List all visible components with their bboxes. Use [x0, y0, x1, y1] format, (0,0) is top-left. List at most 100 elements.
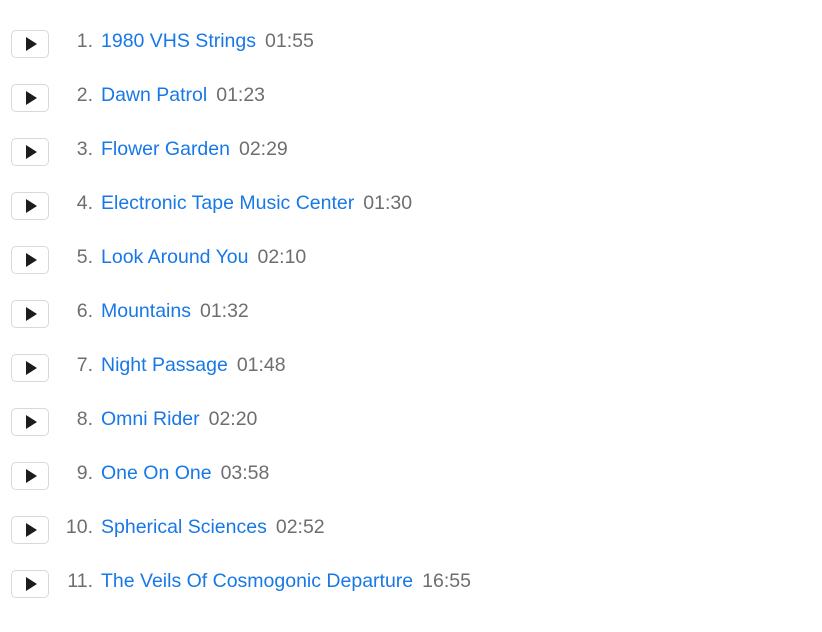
track-index: 3.: [76, 138, 93, 160]
track-text-cell: 3. Flower Garden 02:29: [60, 130, 530, 163]
track-title-link[interactable]: Night Passage: [101, 354, 228, 376]
play-button[interactable]: [11, 408, 49, 436]
track-row: 10. Spherical Sciences 02:52: [0, 508, 822, 562]
track-duration: 01:32: [199, 300, 249, 322]
track-duration: 03:58: [220, 462, 270, 484]
track-title-link[interactable]: Electronic Tape Music Center: [101, 192, 354, 214]
play-button-cell: [0, 130, 60, 166]
track-title-link[interactable]: The Veils Of Cosmogonic Departure: [101, 570, 413, 592]
track-index: 1.: [76, 30, 93, 52]
track-title-link[interactable]: Look Around You: [101, 246, 248, 268]
track-row: 8. Omni Rider 02:20: [0, 400, 822, 454]
play-triangle-icon: [25, 415, 37, 429]
track-text-cell: 7. Night Passage 01:48: [60, 346, 530, 379]
track-title-link[interactable]: Mountains: [101, 300, 191, 322]
play-button-cell: [0, 292, 60, 328]
track-text-cell: 9. One On One 03:58: [60, 454, 530, 487]
track-text-cell: 1. 1980 VHS Strings 01:55: [60, 22, 530, 55]
play-button-cell: [0, 346, 60, 382]
track-text-cell: 4. Electronic Tape Music Center 01:30: [60, 184, 530, 217]
track-line: 1. 1980 VHS Strings 01:55: [60, 27, 530, 55]
track-line: 5. Look Around You 02:10: [60, 243, 530, 271]
play-button-cell: [0, 22, 60, 58]
play-button[interactable]: [11, 30, 49, 58]
track-index: 10.: [65, 516, 93, 538]
track-row: 5. Look Around You 02:10: [0, 238, 822, 292]
track-index: 7.: [76, 354, 93, 376]
track-row: 1. 1980 VHS Strings 01:55: [0, 22, 822, 76]
track-duration: 01:30: [363, 192, 413, 214]
play-button[interactable]: [11, 84, 49, 112]
track-duration: 02:52: [275, 516, 325, 538]
track-line: 8. Omni Rider 02:20: [60, 405, 530, 433]
play-triangle-icon: [25, 361, 37, 375]
play-button[interactable]: [11, 300, 49, 328]
track-title-link[interactable]: 1980 VHS Strings: [101, 30, 256, 52]
track-index: 5.: [76, 246, 93, 268]
track-index: 2.: [76, 84, 93, 106]
play-button[interactable]: [11, 192, 49, 220]
track-index: 6.: [76, 300, 93, 322]
track-title-link[interactable]: Flower Garden: [101, 138, 230, 160]
track-line: 11. The Veils Of Cosmogonic Departure 16:5…: [60, 567, 530, 595]
track-row: 6. Mountains 01:32: [0, 292, 822, 346]
play-button-cell: [0, 454, 60, 490]
track-text-cell: 2. Dawn Patrol 01:23: [60, 76, 530, 109]
track-index: 8.: [76, 408, 93, 430]
play-triangle-icon: [25, 523, 37, 537]
play-triangle-icon: [25, 253, 37, 267]
play-triangle-icon: [25, 577, 37, 591]
play-triangle-icon: [25, 91, 37, 105]
play-triangle-icon: [25, 307, 37, 321]
track-duration: 01:23: [216, 84, 266, 106]
play-button-cell: [0, 400, 60, 436]
track-duration: 02:20: [208, 408, 258, 430]
play-button-cell: [0, 184, 60, 220]
track-title-link[interactable]: Dawn Patrol: [101, 84, 207, 106]
track-text-cell: 8. Omni Rider 02:20: [60, 400, 530, 433]
track-line: 6. Mountains 01:32: [60, 297, 530, 325]
play-button[interactable]: [11, 462, 49, 490]
track-index: 9.: [76, 462, 93, 484]
track-line: 9. One On One 03:58: [60, 459, 530, 487]
track-row: 4. Electronic Tape Music Center 01:30: [0, 184, 822, 238]
track-duration: 01:55: [265, 30, 314, 52]
track-line: 4. Electronic Tape Music Center 01:30: [60, 189, 530, 217]
play-button-cell: [0, 562, 60, 598]
play-triangle-icon: [25, 199, 37, 213]
tracklist: 1. 1980 VHS Strings 01:55 2. Dawn Patrol 01:2…: [0, 0, 822, 616]
play-button-cell: [0, 238, 60, 274]
track-row: 11. The Veils Of Cosmogonic Departure 16:5…: [0, 562, 822, 616]
track-line: 10. Spherical Sciences 02:52: [60, 513, 530, 541]
track-title-link[interactable]: One On One: [101, 462, 212, 484]
track-duration: 16:55: [422, 570, 471, 592]
track-duration: 01:48: [236, 354, 286, 376]
track-text-cell: 10. Spherical Sciences 02:52: [60, 508, 530, 541]
play-button[interactable]: [11, 138, 49, 166]
track-index: 11.: [67, 570, 93, 592]
play-button-cell: [0, 508, 60, 544]
track-title-link[interactable]: Spherical Sciences: [101, 516, 267, 538]
play-button-cell: [0, 76, 60, 112]
play-button[interactable]: [11, 354, 49, 382]
track-text-cell: 6. Mountains 01:32: [60, 292, 530, 325]
track-row: 7. Night Passage 01:48: [0, 346, 822, 400]
track-line: 3. Flower Garden 02:29: [60, 135, 530, 163]
track-text-cell: 11. The Veils Of Cosmogonic Departure 16:5…: [60, 562, 530, 595]
track-index: 4.: [76, 192, 93, 214]
track-row: 3. Flower Garden 02:29: [0, 130, 822, 184]
track-duration: 02:10: [257, 246, 307, 268]
play-button[interactable]: [11, 516, 49, 544]
play-button[interactable]: [11, 570, 49, 598]
track-line: 7. Night Passage 01:48: [60, 351, 530, 379]
track-text-cell: 5. Look Around You 02:10: [60, 238, 530, 271]
track-row: 9. One On One 03:58: [0, 454, 822, 508]
play-triangle-icon: [25, 469, 37, 483]
track-title-link[interactable]: Omni Rider: [101, 408, 200, 430]
play-button[interactable]: [11, 246, 49, 274]
track-duration: 02:29: [238, 138, 288, 160]
track-row: 2. Dawn Patrol 01:23: [0, 76, 822, 130]
play-triangle-icon: [25, 37, 37, 51]
play-triangle-icon: [25, 145, 37, 159]
track-line: 2. Dawn Patrol 01:23: [60, 81, 530, 109]
